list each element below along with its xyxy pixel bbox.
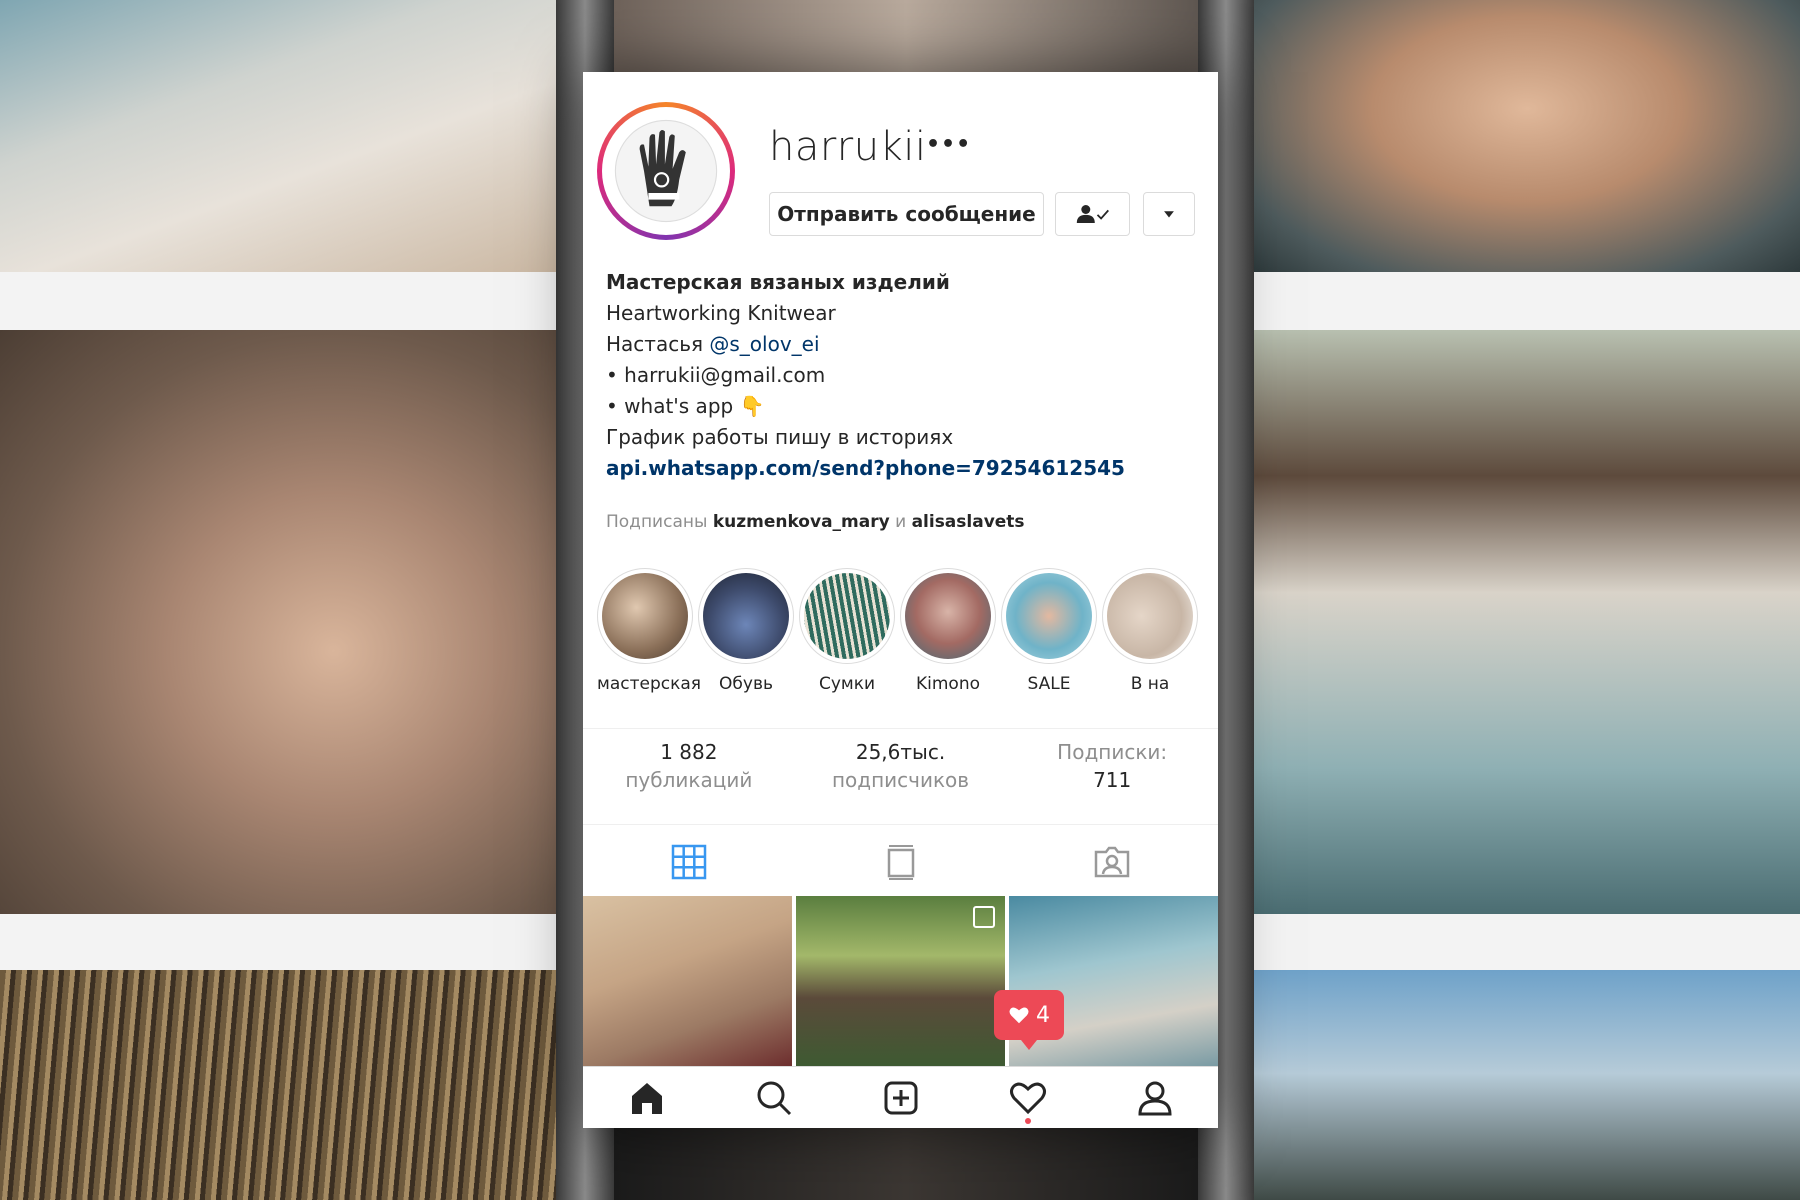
following-toggle-button[interactable] (1055, 192, 1130, 236)
tab-grid[interactable] (583, 828, 795, 896)
highlight-cover (602, 573, 688, 659)
followers-count[interactable]: 25,6тыс. подписчиков (795, 738, 1007, 818)
followed-by-user[interactable]: alisaslavets (912, 512, 1025, 532)
nav-home[interactable] (583, 1067, 710, 1128)
person-check-icon (1076, 205, 1109, 223)
highlight-label: Обувь (719, 674, 773, 694)
grid-icon (671, 844, 707, 880)
highlight-item[interactable]: Kimono (900, 568, 996, 694)
profile-username: harrukii (769, 124, 927, 170)
following-number: 711 (1093, 768, 1132, 792)
highlight-label: SALE (1027, 674, 1071, 694)
feed-icon (887, 845, 914, 880)
bio-mention-link[interactable]: @s_olov_ei (709, 332, 819, 356)
send-message-button[interactable]: Отправить сообщение (769, 192, 1044, 236)
followed-by-text: Подписаны kuzmenkova_mary и alisaslavets (606, 512, 1025, 532)
background-photo (1254, 0, 1800, 272)
highlight-cover (703, 573, 789, 659)
search-icon (757, 1081, 791, 1115)
bio-line: Heartworking Knitwear (606, 301, 836, 325)
highlight-label: Kimono (915, 674, 980, 694)
highlight-cover (905, 573, 991, 659)
followed-by-prefix: Подписаны (606, 512, 713, 532)
background-photo (0, 970, 556, 1200)
more-options-icon[interactable]: ••• (926, 132, 971, 157)
following-label: Подписки: (1057, 740, 1168, 764)
background-photo (1254, 970, 1800, 1200)
highlight-label: мастерская (597, 674, 702, 694)
profile-stats: 1 882 публикаций 25,6тыс. подписчиков По… (583, 738, 1218, 818)
suggestions-dropdown-button[interactable] (1143, 192, 1195, 236)
highlight-ring (799, 568, 895, 664)
background-photo (1254, 330, 1800, 914)
post-grid (583, 896, 1218, 1066)
heart-icon (1009, 1082, 1046, 1114)
highlight-ring (900, 568, 996, 664)
tab-feed[interactable] (795, 828, 1007, 896)
posts-count[interactable]: 1 882 публикаций (583, 738, 795, 818)
home-icon (631, 1082, 662, 1114)
highlight-label: В на (1130, 674, 1170, 694)
divider (583, 824, 1218, 825)
avatar-image (602, 107, 730, 235)
highlight-ring (1001, 568, 1097, 664)
highlight-cover (1006, 573, 1092, 659)
instagram-profile-screen: harrukii ••• Отправить сообщение Мастерс… (583, 72, 1218, 1128)
highlight-item[interactable]: В на (1102, 568, 1198, 694)
highlight-cover (804, 573, 890, 659)
divider (583, 728, 1218, 729)
background-photo (0, 0, 556, 272)
tab-tagged[interactable] (1006, 828, 1218, 896)
background-photo (614, 1128, 1198, 1200)
highlight-item[interactable]: SALE (1001, 568, 1097, 694)
bio-line-text: Настасья (606, 332, 710, 356)
bottom-navigation (583, 1066, 1218, 1128)
profile-avatar[interactable] (597, 102, 735, 240)
story-highlights: мастерская Обувь Сумки Kimono SALE В на (597, 568, 1218, 698)
highlight-ring (597, 568, 693, 664)
followed-by-and: и (889, 512, 912, 532)
followers-label: подписчиков (831, 768, 970, 792)
post-thumbnail[interactable] (796, 896, 1005, 1066)
nav-add-post[interactable] (837, 1067, 964, 1128)
following-count[interactable]: Подписки: 711 (1006, 738, 1218, 818)
profile-icon (1137, 1081, 1172, 1115)
profile-tabs (583, 828, 1218, 896)
highlight-item[interactable]: мастерская (597, 568, 702, 694)
likes-count: 4 (1036, 1002, 1050, 1028)
nav-search[interactable] (710, 1067, 837, 1128)
highlight-item[interactable]: Сумки (799, 568, 895, 694)
bio-line: • what's app 👇 (606, 394, 765, 418)
add-post-icon (884, 1081, 917, 1114)
multiple-photos-icon (973, 906, 995, 928)
highlight-label: Сумки (818, 674, 876, 694)
followed-by-user[interactable]: kuzmenkova_mary (713, 512, 890, 532)
tagged-icon (1094, 846, 1130, 878)
highlight-ring (698, 568, 794, 664)
followers-number: 25,6тыс. (855, 740, 946, 764)
bio-name: Мастерская вязаных изделий (606, 270, 950, 294)
notification-dot (1024, 1118, 1031, 1124)
heart-filled-icon (1009, 1007, 1029, 1024)
background-photo (0, 330, 556, 914)
nav-activity[interactable] (964, 1067, 1091, 1128)
bio-website-link[interactable]: api.whatsapp.com/send?phone=79254612545 (606, 453, 1206, 484)
bio-line: График работы пишу в историях (606, 425, 954, 449)
highlight-ring (1102, 568, 1198, 664)
highlight-item[interactable]: Обувь (698, 568, 794, 694)
posts-number: 1 882 (660, 740, 718, 764)
likes-notification-badge[interactable]: 4 (994, 990, 1064, 1050)
background-photo (614, 0, 1198, 72)
post-thumbnail[interactable] (583, 896, 792, 1066)
highlight-cover (1107, 573, 1193, 659)
nav-profile[interactable] (1091, 1067, 1218, 1128)
profile-bio: Мастерская вязаных изделий Heartworking … (606, 267, 1206, 484)
bio-line: Настасья @s_olov_ei (606, 329, 1206, 360)
posts-label: публикаций (625, 768, 753, 792)
chevron-down-icon (1164, 211, 1174, 218)
bio-email: • harrukii@gmail.com (606, 363, 826, 387)
hand-logo-icon (614, 119, 718, 223)
post-thumbnail[interactable] (1009, 896, 1218, 1066)
